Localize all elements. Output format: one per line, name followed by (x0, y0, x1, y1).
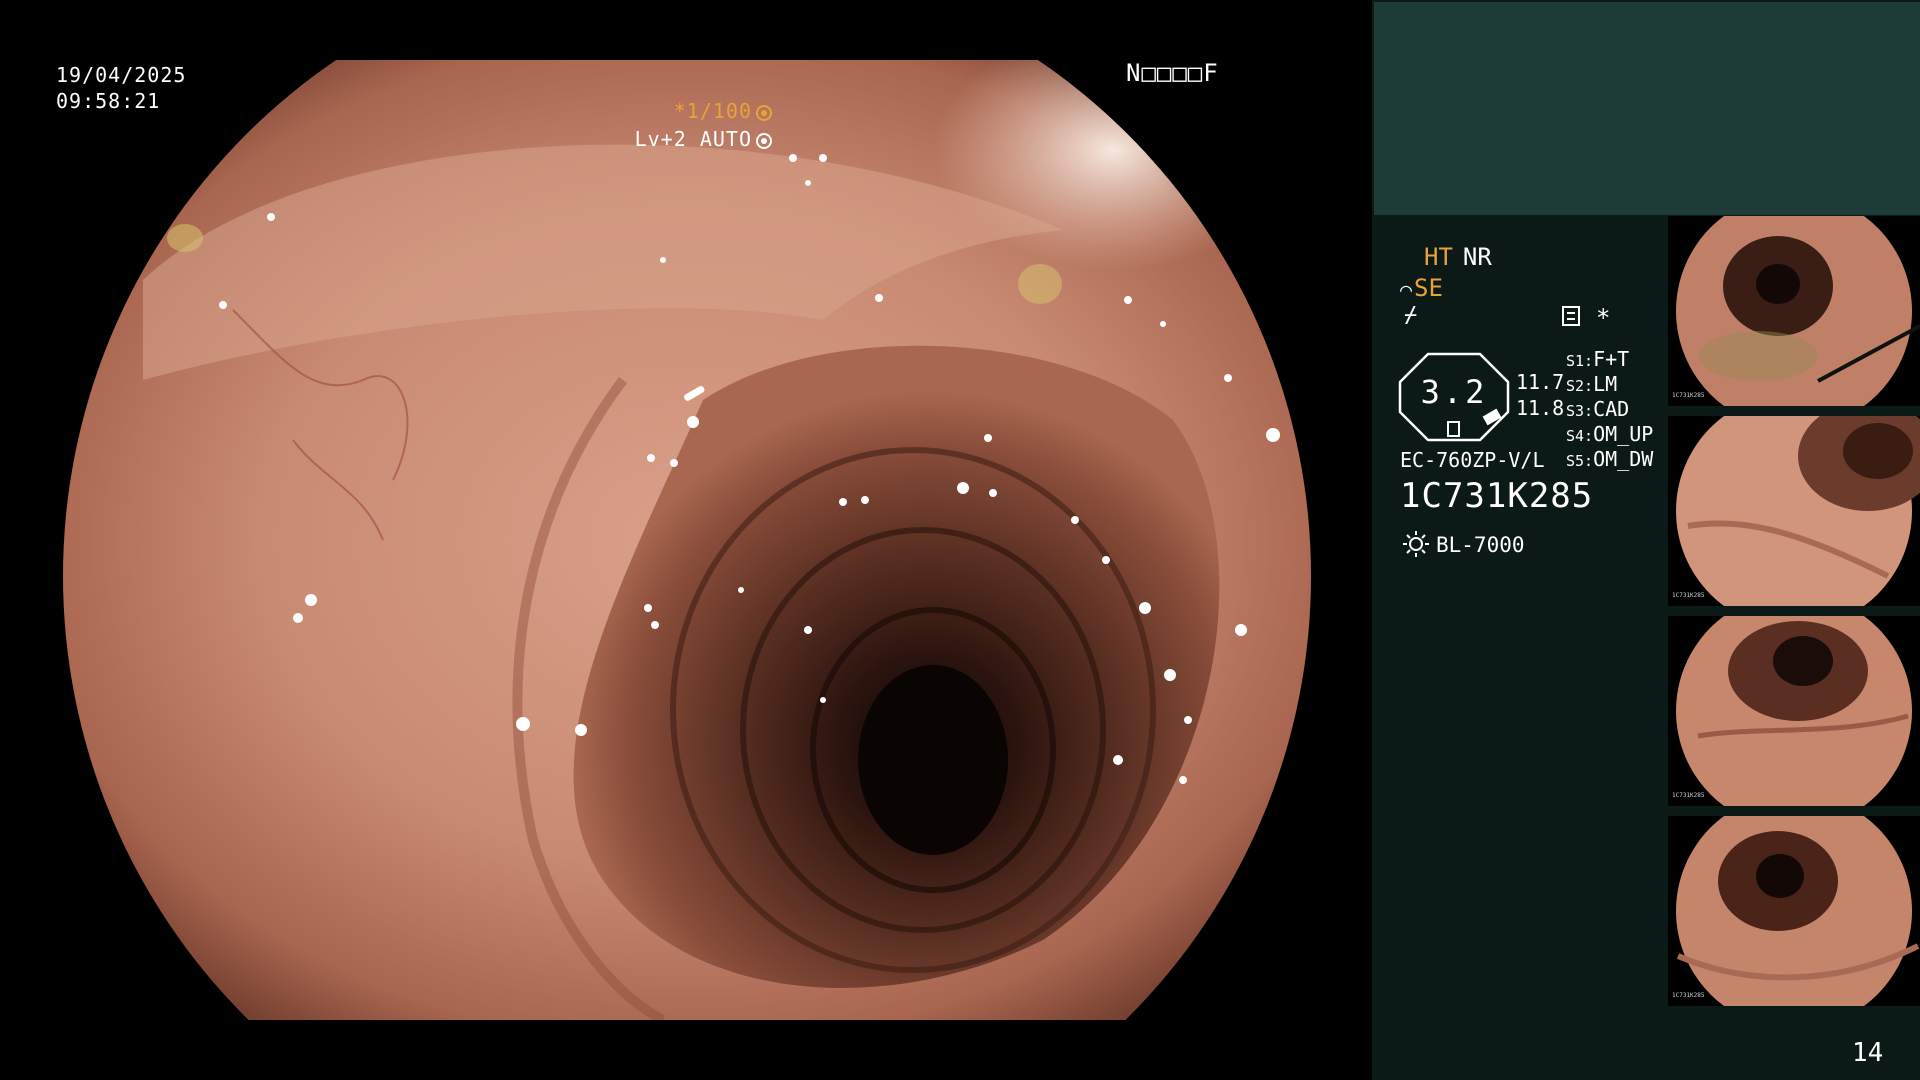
lightning-icon: ⌿ (1404, 303, 1418, 328)
endoscopic-image (63, 60, 1311, 1020)
se-label: SE (1414, 274, 1443, 302)
capture-thumbnail[interactable]: 1C731K285 (1668, 816, 1920, 1006)
date-time-readout: 19/04/2025 09:58:21 (56, 62, 186, 114)
switch-slot-4: S4:OM_UP (1566, 422, 1654, 446)
thumbnail-image (1676, 416, 1920, 606)
status-code: N□□□□F (1126, 59, 1219, 87)
switch-slot-1: S1:F+T (1566, 347, 1630, 371)
light-source-row: BL-7000 (1402, 530, 1525, 558)
date-text: 19/04/2025 (56, 63, 187, 87)
thumbnail-image (1676, 816, 1920, 1006)
level-text: Lv+2 AUTO (634, 127, 752, 151)
light-source-label: BL-7000 (1436, 533, 1525, 557)
capture-thumbnail[interactable]: 1C731K285 (1668, 216, 1920, 406)
thumbnail-image (1676, 216, 1920, 406)
scope-serial-number: 1C731K285 (1400, 476, 1594, 516)
thumbnail-caption: 1C731K285 (1672, 992, 1705, 999)
capture-thumbnail[interactable]: 1C731K285 (1668, 616, 1920, 806)
brightness-level-readout: Lv+2 AUTO (635, 126, 772, 152)
enhance-icon: ⌒ (1400, 277, 1413, 301)
scale-number-2: 11.8 (1516, 396, 1565, 420)
shutter-icon (756, 105, 772, 121)
frame-counter: 14 (1852, 1038, 1884, 1068)
endoscope-view: 19/04/2025 09:58:21 N□□□□F *1/100 Lv+2 A… (0, 0, 1372, 1080)
thumbnail-caption: 1C731K285 (1672, 392, 1705, 399)
ht-mode-label: HT (1424, 243, 1453, 271)
switch-slot-5: S5:OM_DW (1566, 447, 1654, 471)
scale-number-1: 11.7 (1516, 370, 1565, 394)
capture-thumbnail[interactable]: 1C731K285 (1668, 416, 1920, 606)
shutter-readout: *1/100 (674, 98, 772, 124)
thumbnail-caption: 1C731K285 (1672, 792, 1705, 799)
shutter-text: *1/100 (673, 99, 752, 123)
panel-header-area (1374, 2, 1920, 215)
scope-model: EC-760ZP-V/L (1400, 448, 1545, 472)
image-mode-row: HT NR (1424, 243, 1492, 271)
switch-slot-2: S2:LM (1566, 372, 1618, 396)
menu-icon (1562, 306, 1580, 326)
nr-mode-label: NR (1462, 243, 1492, 271)
thumbnail-image (1676, 616, 1912, 806)
zoom-scale-value: 3.2 (1420, 373, 1488, 411)
structure-enhance-row: ⌒SE (1400, 274, 1443, 302)
auto-icon (756, 133, 772, 149)
thumbnail-caption: 1C731K285 (1672, 592, 1705, 599)
asterisk-indicator: * (1596, 304, 1611, 332)
time-text: 09:58:21 (56, 89, 161, 113)
light-source-icon (1403, 531, 1429, 557)
switch-slot-3: S3:CAD (1566, 397, 1630, 421)
